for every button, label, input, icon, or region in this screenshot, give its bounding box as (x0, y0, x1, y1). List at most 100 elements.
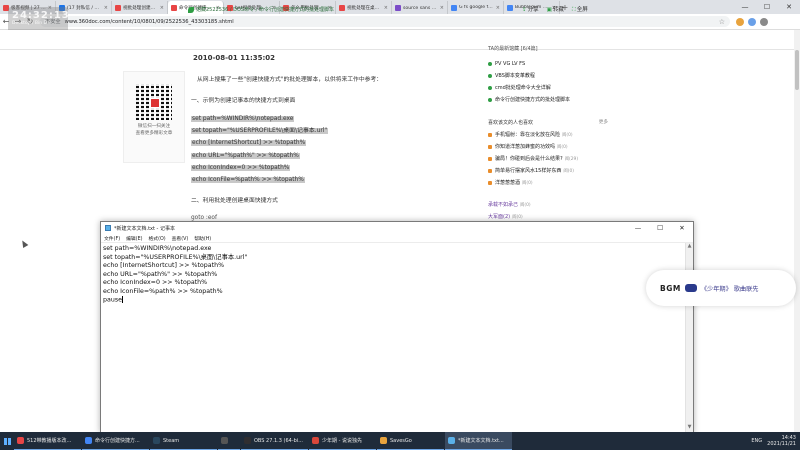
app-icon (312, 437, 319, 444)
tab-close-icon[interactable]: × (384, 5, 388, 11)
favicon-icon (115, 4, 121, 11)
taskbar-item[interactable]: 512带教播版本改... (14, 432, 81, 450)
notepad-titlebar[interactable]: *新建文本文档.txt - 记事本 — ☐ ✕ (101, 222, 693, 234)
music-toast[interactable]: BGM 《少年期》 歌曲联先 (646, 270, 796, 306)
list-item-label[interactable]: VBS脚本变革教程 (495, 73, 535, 79)
clock[interactable]: 14:43 2021/11/21 (767, 435, 796, 447)
taskbar-item-label: 少年期 - 说说独先 (322, 438, 362, 444)
notepad-title: *新建文本文档.txt - 记事本 (114, 225, 175, 232)
scrollbar-thumb[interactable] (795, 50, 799, 90)
page-header (0, 30, 800, 50)
list-item-label[interactable]: 大军面(2) (488, 214, 510, 220)
read-count: 阅(0) (557, 145, 568, 150)
list-item-label[interactable]: 手机辐射：靠在淡化放在风险 (495, 132, 560, 138)
list-item-label[interactable]: cmd批处理命令大全详解 (495, 85, 551, 91)
leaf-icon (188, 6, 194, 13)
breadcrumb[interactable]: 馆藏2522536 / DOS命令 / 命令行创建快捷方式的批处理脚本 (188, 6, 334, 13)
taskbar-item[interactable]: *新建文本文档.txt... (445, 432, 512, 450)
menu-edit[interactable]: 编辑(E) (126, 235, 142, 242)
tab-close-icon[interactable]: × (104, 5, 108, 11)
collect-button[interactable]: ▣转藏 (547, 5, 564, 14)
scroll-down-icon[interactable]: ▼ (686, 424, 693, 432)
tab-title: source sans 高度 (403, 5, 438, 11)
app-icon (380, 437, 387, 444)
close-button[interactable]: ✕ (671, 224, 693, 232)
minimize-button[interactable]: — (627, 224, 649, 232)
list-item-label[interactable]: 承载不如承己 (488, 202, 518, 208)
avatar[interactable] (760, 17, 768, 26)
taskbar-item[interactable]: Steam (150, 432, 217, 450)
list-item-label[interactable]: 你知道洋葱加蜂蜜的功效吗 (495, 144, 555, 150)
mouse-cursor-icon (19, 238, 29, 249)
tab-close-icon[interactable]: × (496, 5, 500, 11)
url-input[interactable]: 不安全 www.360doc.com/content/10/0801/09/25… (40, 16, 730, 27)
taskbar-item-label: *新建文本文档.txt... (458, 438, 504, 444)
list-item[interactable]: 洋葱葱葱酒 阅(0) (488, 177, 608, 189)
menu-help[interactable]: 帮助(H) (194, 235, 211, 242)
taskbar-item[interactable]: 少年期 - 说说独先 (309, 432, 376, 450)
taskbar-item[interactable]: OBS 27.1.3 (64-bi... (241, 432, 308, 450)
list-item-label[interactable]: 骗局！你碰到后会是什么结果? (495, 156, 563, 162)
favicon-icon (171, 4, 177, 11)
close-button[interactable]: ✕ (778, 0, 800, 14)
section-heading-1: 一、示例为创建记事本的快捷方式到桌面 (191, 98, 296, 104)
list-item[interactable]: 简单易行摆家风水15样好东西 阅(0) (488, 165, 608, 177)
favicon-icon (507, 4, 513, 11)
maximize-button[interactable]: ☐ (756, 0, 778, 14)
notepad-icon (105, 225, 111, 231)
language-indicator[interactable]: ENG (751, 438, 762, 444)
list-item[interactable]: 你知道洋葱加蜂蜜的功效吗 阅(0) (488, 141, 608, 153)
list-item[interactable]: cmd批处理命令大全详解 (488, 82, 608, 94)
bullet-icon (488, 144, 492, 149)
text-line: echo IconIndex=0 >> %topath% (103, 279, 208, 286)
list-item-label[interactable]: 洋葱葱葱酒 (495, 180, 520, 186)
puzzle-icon[interactable] (748, 17, 756, 26)
fullscreen-button[interactable]: ⛶全屏 (572, 5, 588, 14)
favicon-icon (339, 4, 345, 11)
system-tray: ENG 14:43 2021/11/21 (751, 432, 800, 450)
more-link[interactable]: 更多 (599, 119, 608, 126)
taskbar-item-label: Steam (163, 437, 180, 444)
tab-close-icon[interactable]: × (160, 5, 164, 11)
browser-tab[interactable]: 视批处理在桌面创...× (336, 1, 392, 14)
qr-caption-2: 查看更多精彩文章 (135, 130, 173, 136)
menu-file[interactable]: 文件(F) (104, 235, 120, 242)
overlay-timer: 24:32:13 (12, 10, 70, 21)
minimize-button[interactable]: — (734, 0, 756, 14)
star-icon[interactable]: ☆ (719, 18, 725, 26)
list-item[interactable]: 承载不如承己 阅(0) (488, 199, 608, 211)
browser-tab[interactable]: G fs google font - Goo...× (448, 1, 504, 14)
list-item[interactable]: 命令行创建快捷方式的批处理脚本 (488, 94, 608, 106)
list-item[interactable]: PV VG LV FS (488, 58, 608, 70)
list-item-label[interactable]: PV VG LV FS (495, 61, 525, 67)
favicon-icon (395, 4, 401, 11)
list-item-label[interactable]: 简单易行摆家风水15样好东西 (495, 168, 561, 174)
taskbar-item-label: SavesGo (390, 437, 412, 444)
share-button[interactable]: ⇪分享 (522, 5, 539, 14)
taskbar-item[interactable]: SavesGo (377, 432, 444, 450)
browser-tab[interactable]: 视批处理创建快捷方...× (112, 1, 168, 14)
list-item[interactable]: 手机辐射：靠在淡化放在风险 阅(0) (488, 129, 608, 141)
taskbar-item[interactable]: 命令行创建快捷方... (82, 432, 149, 450)
menu-view[interactable]: 查看(V) (172, 235, 189, 242)
extension-icon[interactable] (736, 17, 744, 26)
browser-tab[interactable]: source sans 高度 × (392, 1, 448, 14)
app-icon (448, 437, 455, 444)
list-item-label[interactable]: 命令行创建快捷方式的批处理脚本 (495, 97, 570, 103)
taskbar-item[interactable] (218, 432, 240, 450)
code-line: echo IconIndex=0 >> %topath% (191, 164, 291, 171)
text-line: set topath="%USERPROFILE%\桌面\记事本.url" (103, 253, 248, 261)
taskbar-items: 512带教播版本改... 命令行创建快捷方... Steam OBS 27.1.3 (… (14, 432, 513, 450)
menu-format[interactable]: 格式(O) (148, 235, 165, 242)
tab-close-icon[interactable]: × (440, 5, 444, 11)
scroll-up-icon[interactable]: ▲ (686, 243, 693, 251)
text-line: echo URL="%path%" >> %topath% (103, 270, 218, 278)
breadcrumb-text[interactable]: 馆藏2522536 / DOS命令 / 命令行创建快捷方式的批处理脚本 (196, 7, 334, 13)
list-item[interactable]: VBS脚本变革教程 (488, 70, 608, 82)
maximize-button[interactable]: ☐ (649, 224, 671, 232)
start-button[interactable] (0, 432, 14, 450)
list-item[interactable]: 骗局！你碰到后会是什么结果? 阅(29) (488, 153, 608, 165)
page-scrollbar[interactable] (794, 30, 800, 432)
notepad-text-area[interactable]: set path=%WINDIR%\notepad.exe set topath… (101, 243, 685, 432)
tab-title: 视批处理在桌面创... (347, 5, 382, 11)
